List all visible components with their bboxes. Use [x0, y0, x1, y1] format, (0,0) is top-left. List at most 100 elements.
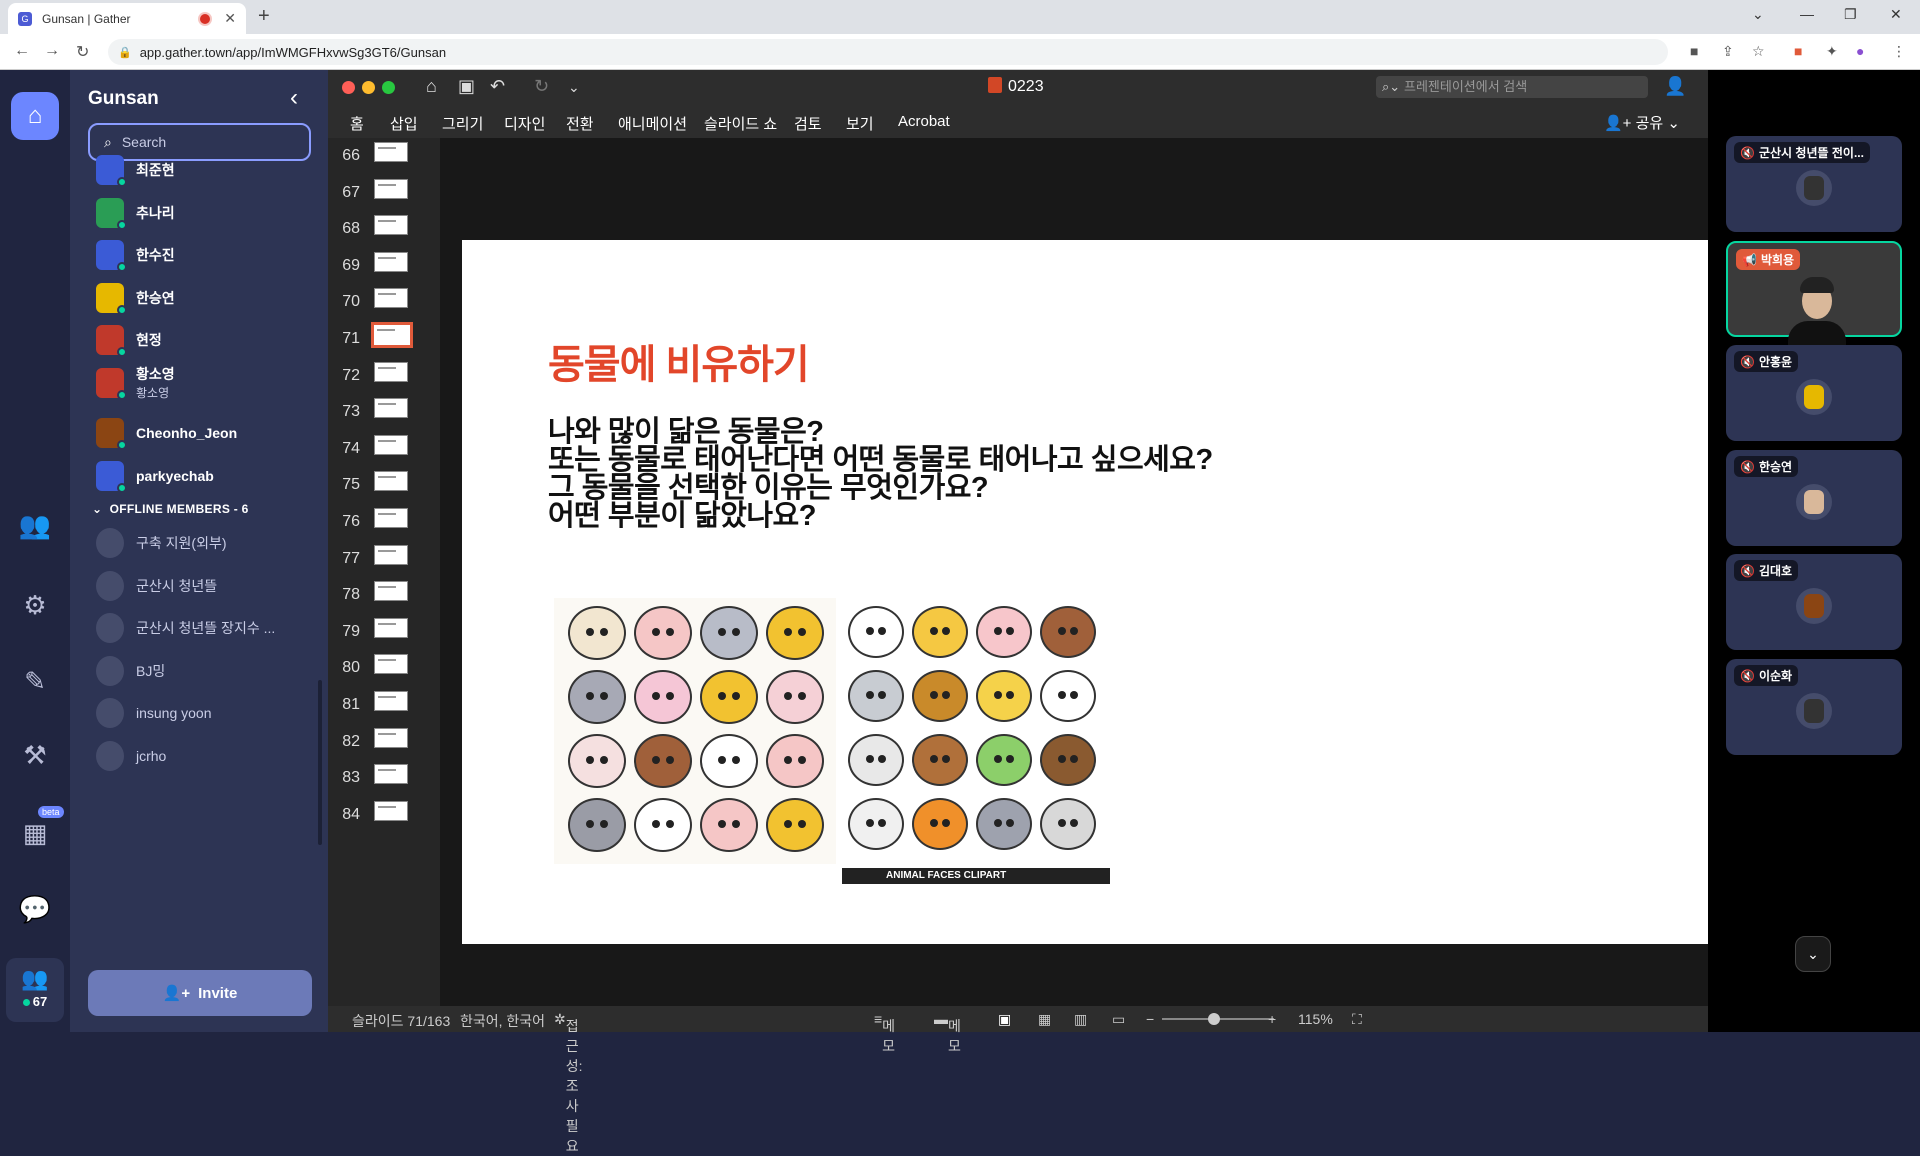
- slide-thumbnail[interactable]: 70: [328, 283, 440, 319]
- ribbon-tab[interactable]: Acrobat: [898, 113, 950, 130]
- reading-view-icon[interactable]: ▥: [1074, 1011, 1087, 1028]
- member-row[interactable]: Cheonho_Jeon: [96, 413, 237, 453]
- video-tile[interactable]: 🔇 한승연: [1726, 449, 1902, 546]
- video-tile[interactable]: 🔇 이순화: [1726, 658, 1902, 755]
- slide-thumbnail[interactable]: 69: [328, 247, 440, 283]
- ribbon-tab[interactable]: 그리기: [442, 113, 483, 134]
- ribbon-tab[interactable]: 디자인: [504, 113, 545, 134]
- new-tab-button[interactable]: +: [258, 5, 270, 28]
- ppt-search-input[interactable]: ⌕⌄ 프레젠테이션에서 검색: [1376, 76, 1648, 98]
- offline-member-row[interactable]: BJ밍: [96, 651, 165, 691]
- zoom-slider-thumb[interactable]: [1208, 1013, 1220, 1025]
- profile-avatar-icon[interactable]: ●: [1856, 43, 1864, 59]
- people-settings-icon[interactable]: 👥: [0, 510, 70, 541]
- close-tab-icon[interactable]: ✕: [224, 10, 236, 27]
- video-tile[interactable]: 🔇 군산시 청년뜰 전이...: [1726, 136, 1902, 232]
- participants-button[interactable]: 👥 67: [6, 958, 64, 1022]
- extensions-puzzle-icon[interactable]: ✦: [1826, 43, 1838, 60]
- current-slide[interactable]: 동물에 비유하기 나와 많이 닮은 동물은? 또는 동물로 태어난다면 어떤 동…: [462, 240, 1708, 944]
- gear-icon[interactable]: ⚙: [0, 590, 70, 621]
- undo-icon[interactable]: ↶: [490, 76, 505, 97]
- slide-thumbnail[interactable]: 83: [328, 759, 440, 795]
- chat-icon[interactable]: 💬: [0, 894, 70, 925]
- more-videos-button[interactable]: ⌄: [1795, 936, 1831, 972]
- close-window-button[interactable]: ✕: [1890, 6, 1902, 23]
- slide-thumbnail[interactable]: 84: [328, 796, 440, 832]
- slide-thumbnail[interactable]: 82: [328, 723, 440, 759]
- window-minimize-dot[interactable]: [362, 81, 375, 94]
- camera-icon[interactable]: ■: [1690, 43, 1698, 59]
- slide-thumbnail[interactable]: 75: [328, 466, 440, 502]
- member-row[interactable]: 황소영 황소영: [96, 363, 175, 403]
- slide-sorter-icon[interactable]: ▦: [1038, 1011, 1051, 1028]
- slide-thumbnail[interactable]: 68: [328, 210, 440, 246]
- address-bar[interactable]: 🔒 app.gather.town/app/ImWMGFHxvwSg3GT6/G…: [108, 39, 1668, 65]
- tab-search-icon[interactable]: ⌄: [1752, 6, 1764, 23]
- restore-button[interactable]: ❐: [1844, 6, 1857, 23]
- language-status[interactable]: 한국어, 한국어: [460, 1011, 545, 1031]
- member-row[interactable]: 최준현: [96, 150, 175, 190]
- offline-member-row[interactable]: 군산시 청년뜰: [96, 566, 217, 606]
- member-row[interactable]: 현정: [96, 320, 162, 360]
- customize-toolbar-icon[interactable]: ⌄: [568, 79, 580, 96]
- zoom-in-icon[interactable]: +: [1268, 1011, 1276, 1027]
- collapse-panel-icon[interactable]: ‹: [290, 84, 298, 112]
- home-icon[interactable]: ⌂: [11, 92, 59, 140]
- calendar-icon[interactable]: ▦: [0, 818, 70, 849]
- offline-members-header[interactable]: ⌄ OFFLINE MEMBERS - 6: [92, 502, 249, 516]
- normal-view-icon[interactable]: ▣: [998, 1011, 1011, 1028]
- zoom-out-icon[interactable]: −: [1146, 1011, 1154, 1027]
- slide-thumbnail[interactable]: 66: [328, 137, 440, 173]
- slideshow-view-icon[interactable]: ▭: [1112, 1011, 1125, 1028]
- slide-thumbnail[interactable]: 77: [328, 540, 440, 576]
- video-tile[interactable]: 📢 박희용: [1726, 240, 1902, 361]
- slide-thumbnail[interactable]: 76: [328, 503, 440, 539]
- ribbon-tab[interactable]: 삽입: [390, 113, 418, 134]
- offline-member-row[interactable]: insung yoon: [96, 693, 212, 733]
- member-row[interactable]: 추나리: [96, 193, 175, 233]
- invite-button[interactable]: 👤+ Invite: [88, 970, 312, 1016]
- minimize-button[interactable]: —: [1800, 6, 1814, 22]
- back-button[interactable]: ←: [14, 42, 30, 60]
- member-row[interactable]: 한수진: [96, 235, 175, 275]
- browser-tab[interactable]: G Gunsan | Gather ✕: [8, 3, 246, 34]
- build-hammer-icon[interactable]: ✎: [0, 666, 70, 697]
- notes-button[interactable]: ≡ 메모: [874, 1011, 895, 1054]
- slide-thumbnail[interactable]: 81: [328, 686, 440, 722]
- video-tile[interactable]: 🔇 안홍윤: [1726, 345, 1902, 441]
- ribbon-tab[interactable]: 홈: [350, 113, 364, 134]
- offline-member-row[interactable]: 군산시 청년뜰 장지수 ...: [96, 608, 275, 648]
- window-zoom-dot[interactable]: [382, 81, 395, 94]
- chrome-menu-icon[interactable]: ⋮: [1892, 43, 1906, 60]
- ribbon-tab[interactable]: 전환: [566, 113, 594, 134]
- share-icon[interactable]: ⇪: [1722, 43, 1734, 60]
- slide-thumbnail[interactable]: 79: [328, 613, 440, 649]
- bookmark-star-icon[interactable]: ☆: [1752, 43, 1765, 60]
- slide-thumbnail[interactable]: 71: [328, 320, 440, 356]
- member-row[interactable]: 한승연: [96, 278, 175, 318]
- comments-button[interactable]: ▬ 메모: [934, 1011, 961, 1054]
- slide-thumbnail[interactable]: 73: [328, 393, 440, 429]
- extension-icon[interactable]: ■: [1794, 43, 1802, 59]
- home-icon[interactable]: ⌂: [426, 76, 437, 97]
- slide-thumbnail[interactable]: 74: [328, 430, 440, 466]
- hammer-icon[interactable]: ⚒: [0, 740, 70, 771]
- offline-member-row[interactable]: 구축 지원(외부): [96, 523, 227, 563]
- video-tile[interactable]: 🔇 김대호: [1726, 554, 1902, 650]
- fit-to-window-icon[interactable]: ⛶: [1352, 1011, 1362, 1028]
- redo-icon[interactable]: ↻: [534, 76, 549, 97]
- ribbon-tab[interactable]: 슬라이드 쇼: [704, 113, 777, 134]
- slide-thumbnail[interactable]: 78: [328, 576, 440, 612]
- save-icon[interactable]: ▣: [458, 76, 475, 97]
- accessibility-status[interactable]: ✲ 접근성: 조사 필요: [554, 1011, 583, 1154]
- member-row[interactable]: parkyechab: [96, 456, 214, 496]
- slide-thumbnail[interactable]: 72: [328, 357, 440, 393]
- member-list-scrollbar[interactable]: [318, 680, 322, 845]
- offline-member-row[interactable]: jcrho: [96, 736, 166, 776]
- forward-button[interactable]: →: [44, 42, 60, 60]
- ribbon-tab[interactable]: 보기: [846, 113, 874, 134]
- slide-thumbnail[interactable]: 80: [328, 649, 440, 685]
- zoom-level[interactable]: 115%: [1298, 1011, 1333, 1027]
- ribbon-tab[interactable]: 검토: [794, 113, 822, 134]
- slide-thumbnail[interactable]: 67: [328, 174, 440, 210]
